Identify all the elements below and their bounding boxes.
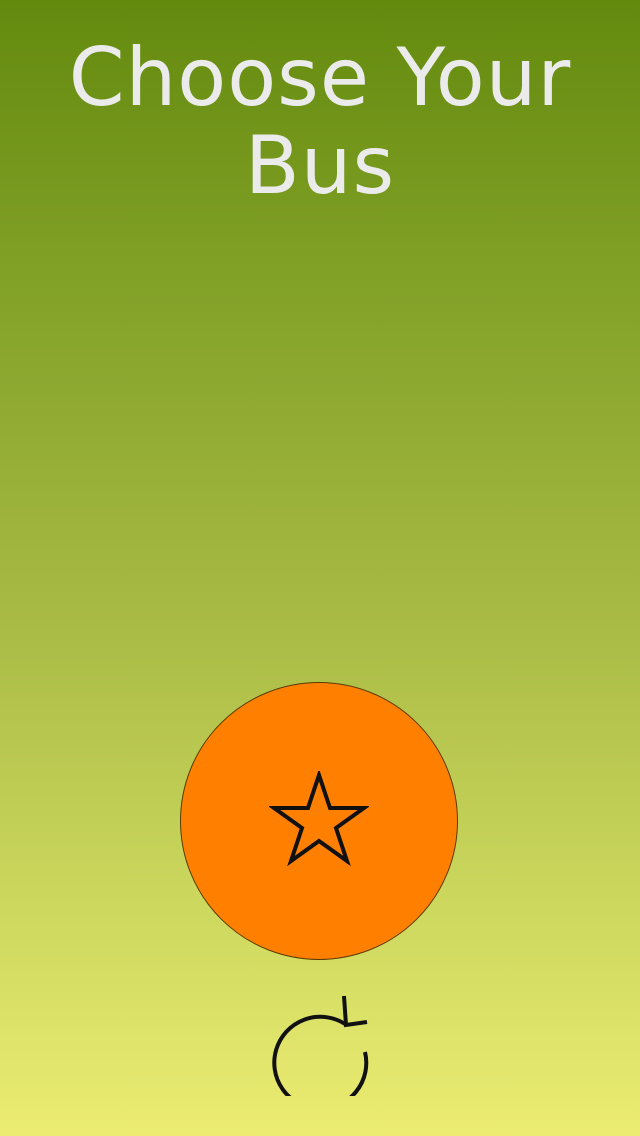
page-title-line-1: Choose Your: [68, 31, 572, 124]
favorite-bus-button[interactable]: [180, 682, 458, 960]
refresh-button[interactable]: [266, 992, 374, 1111]
star-icon: [269, 771, 369, 867]
page-title: Choose Your Bus: [0, 34, 640, 210]
page-title-line-2: Bus: [244, 119, 396, 212]
refresh-icon: [272, 995, 369, 1111]
